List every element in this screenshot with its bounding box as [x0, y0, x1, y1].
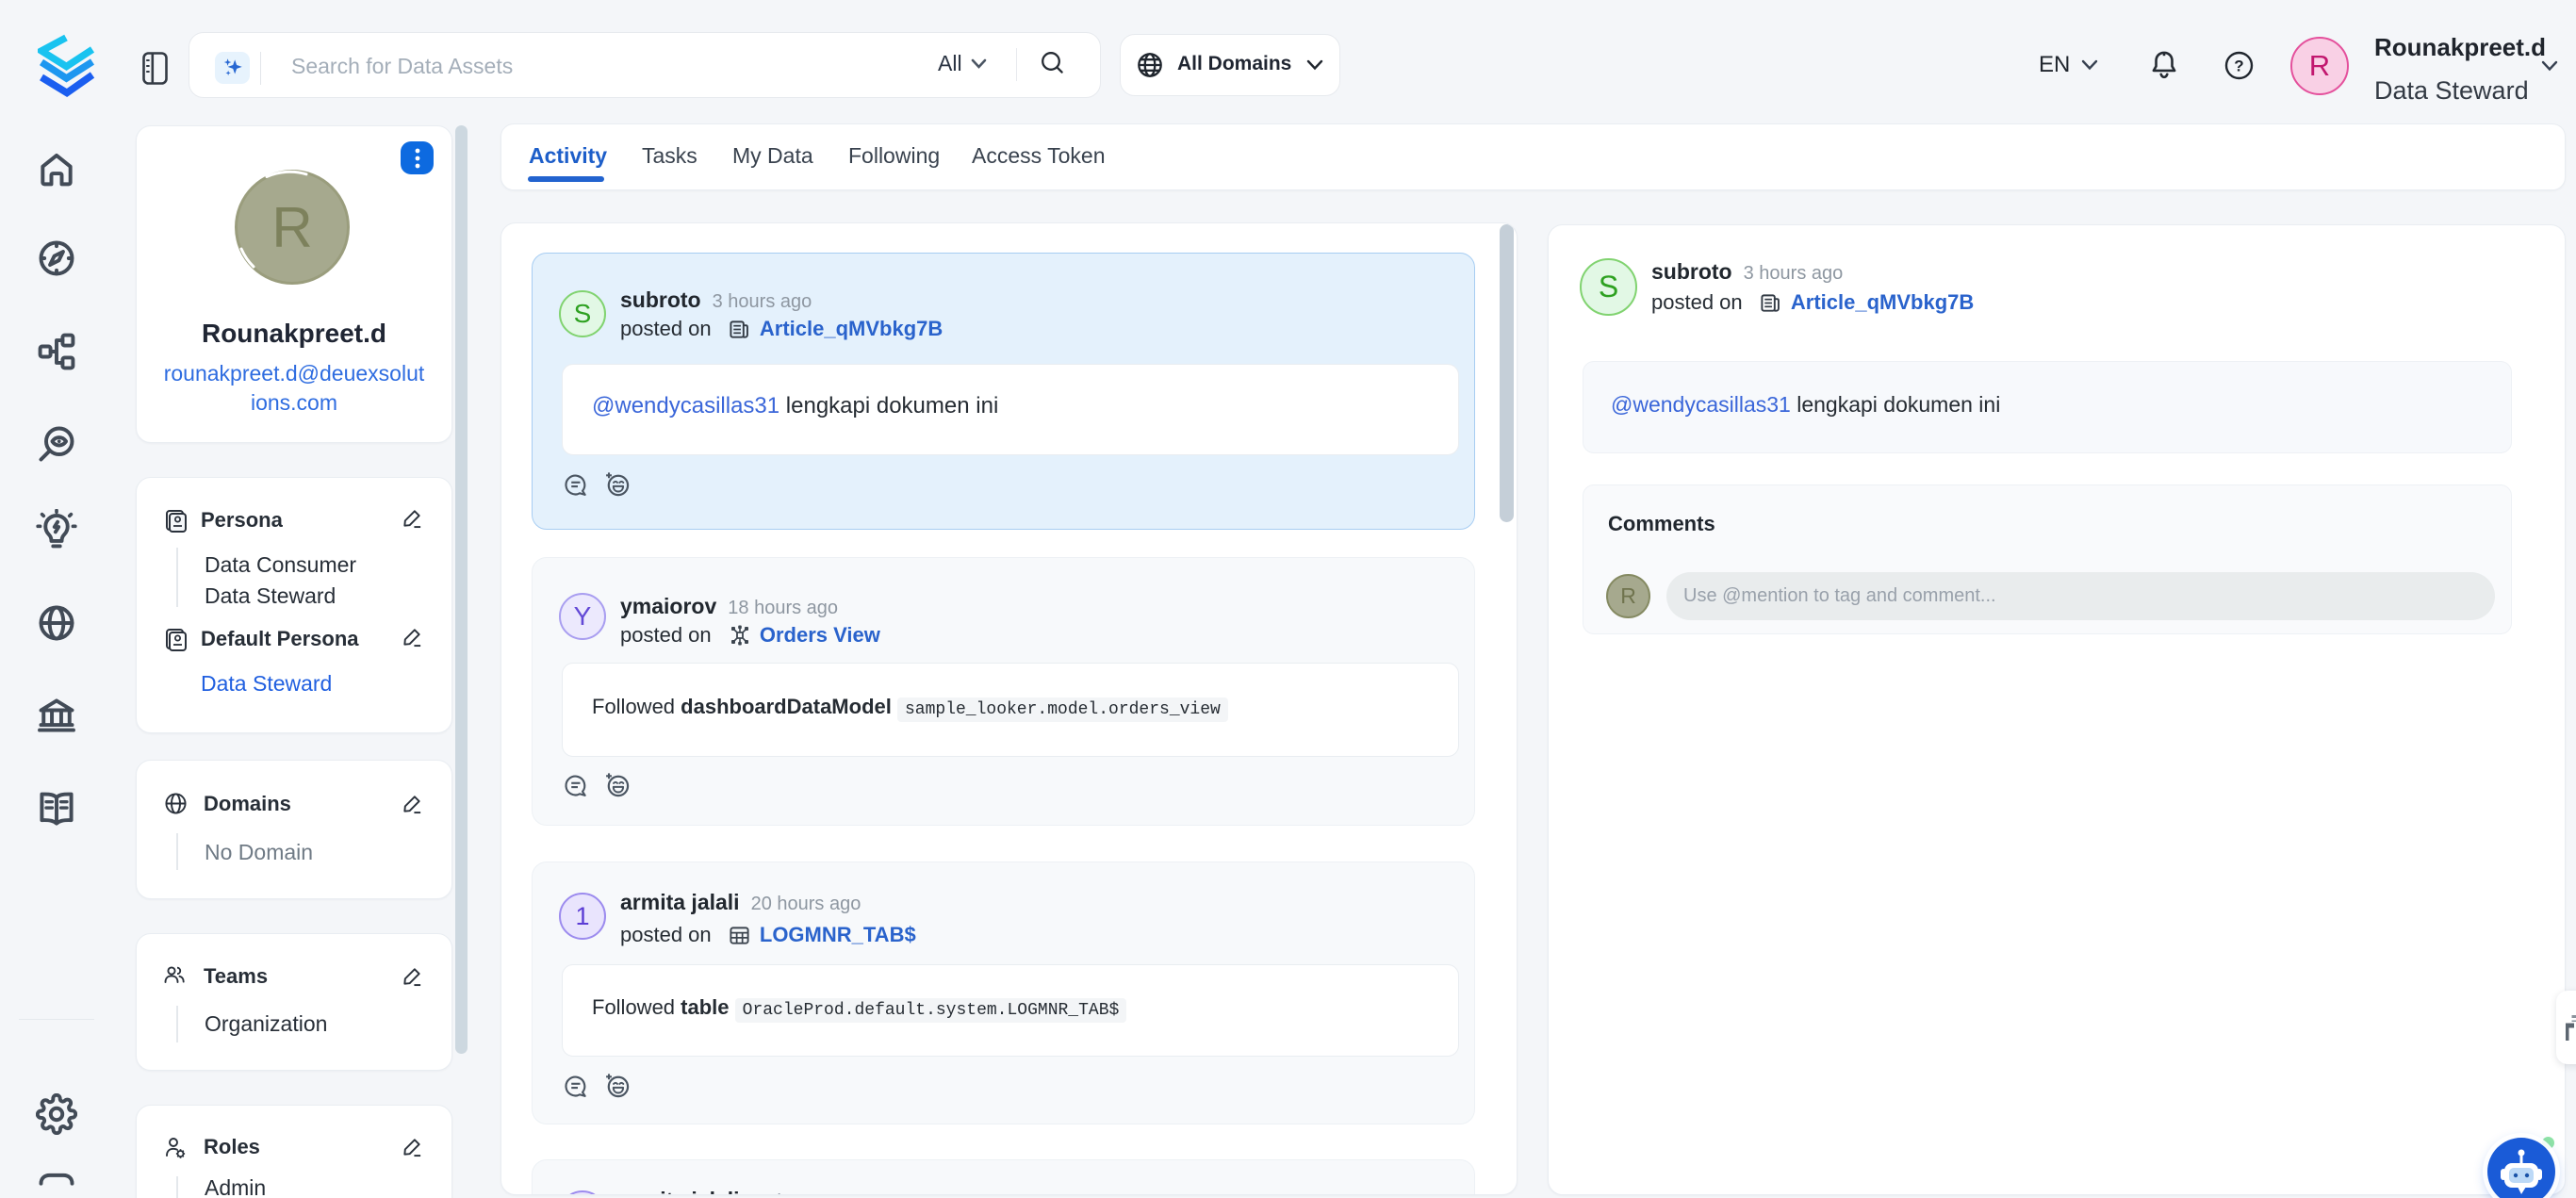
svg-text:?: ? — [2234, 57, 2243, 75]
